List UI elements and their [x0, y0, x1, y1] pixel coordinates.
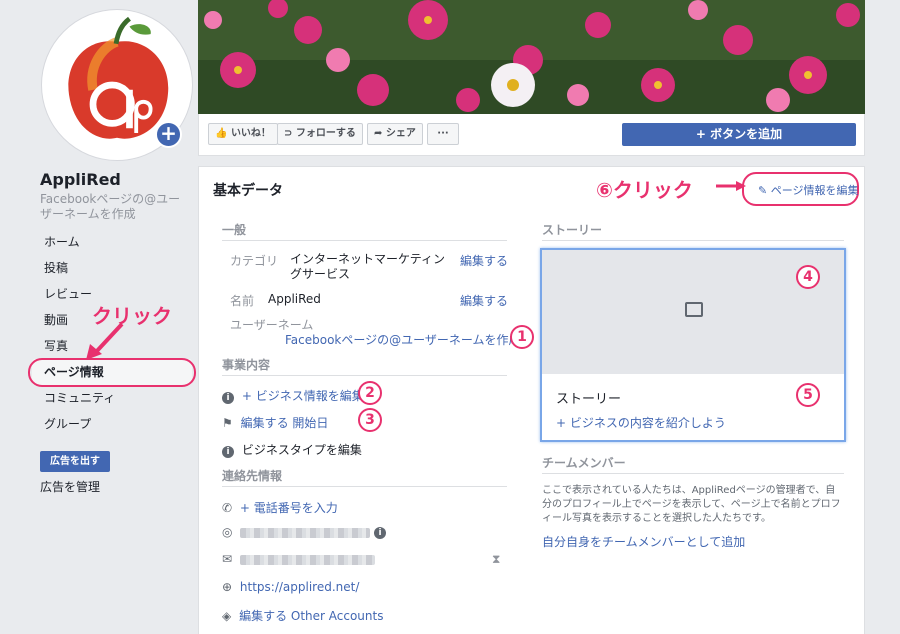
cosmos-flowers-image [198, 0, 865, 114]
divider [222, 375, 507, 376]
team-heading: チームメンバー [542, 456, 626, 470]
cube-icon: ◈ [222, 609, 232, 623]
annotation-3: 3 [358, 408, 382, 432]
edit-biz-info-link[interactable]: + ビジネス情報を編集 [242, 389, 364, 403]
page-name: AppliRed [40, 170, 121, 189]
biz-type-row[interactable]: i ビジネスタイプを編集 [222, 441, 362, 458]
arrow-right-icon [716, 180, 746, 191]
mail-icon: ✉ [222, 552, 233, 566]
divider [222, 240, 507, 241]
cover-photo[interactable] [198, 0, 865, 114]
add-story-link[interactable]: + ビジネスの内容を紹介しよう [556, 414, 726, 431]
nav-home[interactable]: ホーム [32, 229, 192, 255]
page-info-highlight [28, 358, 196, 387]
username-link[interactable]: Facebookページの@ユーザーネームを作成 [285, 331, 521, 348]
website-link[interactable]: https://applired.net/ [240, 580, 360, 594]
redacted-messenger [240, 528, 370, 538]
phone-row[interactable]: ✆ + 電話番号を入力 [222, 499, 338, 516]
redacted-email [240, 555, 375, 565]
nav-groups[interactable]: グループ [32, 411, 192, 437]
info-icon: i [222, 392, 234, 404]
annotation-5: 5 [796, 383, 820, 407]
annotation-1: 1 [510, 325, 534, 349]
phone-icon: ✆ [222, 501, 233, 515]
info-icon: i [374, 527, 386, 539]
biz-info-row[interactable]: i + ビジネス情報を編集 [222, 387, 364, 404]
manage-ads-link[interactable]: 広告を管理 [40, 478, 100, 495]
annotation-2: 2 [358, 381, 382, 405]
flag-icon: ⚑ [222, 416, 233, 430]
edit-category-link[interactable]: 編集する [460, 252, 508, 269]
add-phone-link[interactable]: + 電話番号を入力 [240, 501, 338, 515]
name-label: 名前 [230, 294, 255, 308]
share-button[interactable]: ➦ シェア [367, 123, 423, 145]
category-value: インターネットマーケティングサービス [290, 252, 446, 281]
thumbs-up-icon: 👍 [215, 128, 228, 139]
globe-icon: ⊕ [222, 580, 233, 594]
add-self-team-link[interactable]: 自分自身をチームメンバーとして追加 [542, 533, 745, 550]
about-title: 基本データ [213, 183, 283, 199]
hourglass-icon: ⧗ [492, 552, 501, 566]
category-label: カテゴリ [230, 254, 279, 268]
nav-posts[interactable]: 投稿 [32, 255, 192, 281]
messenger-row: ◎ [222, 525, 232, 539]
create-username-link[interactable]: Facebookページの@ユーザーネームを作成 [40, 192, 190, 222]
create-ad-button[interactable]: 広告を出す [40, 451, 110, 472]
website-row[interactable]: ⊕ https://applired.net/ [222, 580, 359, 594]
edit-biz-type-text[interactable]: ビジネスタイプを編集 [242, 443, 362, 457]
info-icon: i [222, 446, 234, 458]
edit-other-accounts-link[interactable]: 編集する Other Accounts [239, 609, 383, 623]
like-button[interactable]: 👍 いいね！ [208, 123, 278, 145]
contact-heading: 連絡先情報 [222, 469, 283, 483]
pencil-icon: ✎ [758, 184, 768, 197]
nav-community[interactable]: コミュニティ [32, 385, 192, 411]
rss-icon: ⊃ [284, 128, 293, 139]
share-icon: ➦ [374, 128, 383, 139]
arrow-down-left-icon [82, 322, 132, 362]
annotation-click-6: ⑥クリック [596, 178, 693, 202]
more-button[interactable]: ··· [427, 123, 459, 145]
other-accounts-row[interactable]: ◈ 編集する Other Accounts [222, 607, 383, 624]
follow-button[interactable]: ⊃ フォローする [277, 123, 363, 145]
add-photo-icon[interactable]: + [155, 121, 182, 148]
annotation-4: 4 [796, 265, 820, 289]
general-heading: 一般 [222, 223, 247, 237]
start-date-row[interactable]: ⚑ 編集する 開始日 [222, 414, 328, 431]
story-heading: ストーリー [542, 223, 603, 237]
add-photo-icon [685, 302, 703, 317]
edit-page-info-link[interactable]: ✎ ページ情報を編集 [758, 182, 859, 198]
team-description: ここで表示されている人たちは、AppliRedページの管理者で、自分のプロフィー… [542, 485, 841, 524]
edit-name-link[interactable]: 編集する [460, 292, 508, 309]
divider [222, 486, 507, 487]
business-heading: 事業内容 [222, 358, 271, 372]
edit-start-date-link[interactable]: 編集する 開始日 [241, 416, 329, 430]
add-button[interactable]: + ボタンを追加 [622, 123, 856, 146]
name-value: AppliRed [268, 292, 321, 306]
story-title: ストーリー [556, 392, 622, 407]
divider [542, 473, 844, 474]
messenger-icon: ◎ [222, 525, 233, 539]
divider [542, 240, 844, 241]
email-row: ✉ [222, 552, 232, 566]
